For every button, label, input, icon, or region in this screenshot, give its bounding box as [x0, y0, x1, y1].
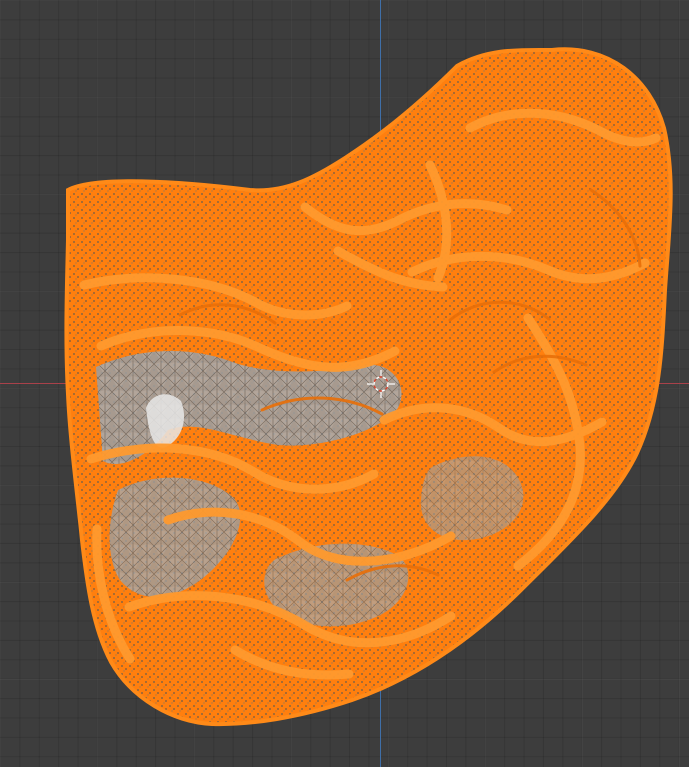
crosshair-icon[interactable]: [366, 369, 396, 399]
selected-mesh[interactable]: [0, 0, 689, 767]
3d-viewport[interactable]: [0, 0, 689, 767]
